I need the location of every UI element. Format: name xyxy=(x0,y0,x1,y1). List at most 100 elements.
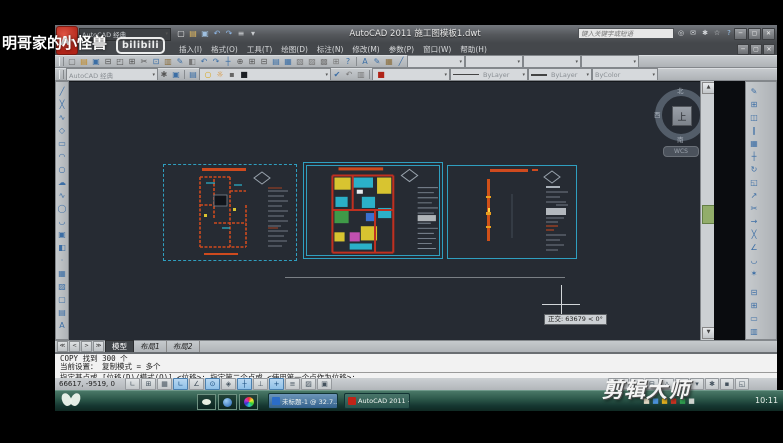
viewcube-north-label[interactable]: 北 xyxy=(677,85,684,95)
qnew-icon[interactable]: ▢ xyxy=(175,29,187,40)
ducs-icon[interactable]: ⊥ xyxy=(253,378,268,390)
plot-preview-icon[interactable]: ◰ xyxy=(114,56,126,67)
line-icon[interactable]: ╱ xyxy=(56,85,68,98)
restore-icon[interactable]: ▢ xyxy=(748,28,761,40)
drawing-frame-2-floorplan[interactable] xyxy=(303,162,443,259)
arc-icon[interactable]: ◠ xyxy=(56,150,68,163)
extend-icon[interactable]: → xyxy=(748,215,760,228)
layer-properties-manager-icon[interactable]: ▤ xyxy=(187,69,199,80)
save-workspace-icon[interactable]: ▣ xyxy=(170,69,182,80)
menu-item-3[interactable]: 绘图(D) xyxy=(281,44,308,55)
ellipse-icon[interactable]: ◯ xyxy=(56,202,68,215)
break-icon[interactable]: ╳ xyxy=(748,228,760,241)
menu-item-4[interactable]: 标注(N) xyxy=(317,44,343,55)
zoom-window-icon[interactable]: ⊞ xyxy=(246,56,258,67)
vertical-scrollbar[interactable]: ▲ ▼ xyxy=(700,81,715,340)
explode-icon[interactable]: ✶ xyxy=(748,267,760,280)
communication-center-icon[interactable]: ✱ xyxy=(699,28,711,39)
polar-icon[interactable]: ∠ xyxy=(189,378,204,390)
tab-prev-icon[interactable]: < xyxy=(69,341,80,352)
mleader-style-icon[interactable]: ╱ xyxy=(395,56,407,67)
tab-last-icon[interactable]: ≫ xyxy=(93,341,104,352)
toolbar-grip[interactable] xyxy=(59,70,64,79)
otrack-icon[interactable]: ┼ xyxy=(237,378,252,390)
layer-states-icon[interactable]: ▥ xyxy=(355,69,367,80)
draworder-back-icon[interactable]: ⊞ xyxy=(748,299,760,312)
drawing-frame-1-floorplan[interactable] xyxy=(163,164,297,261)
linetype-combo[interactable]: ByLayer ▾ xyxy=(450,68,528,81)
table-style-icon[interactable]: ▦ xyxy=(383,56,395,67)
designcenter-icon[interactable]: ▦ xyxy=(282,56,294,67)
favorites-star-icon[interactable]: ☆ xyxy=(711,28,723,39)
polyline-icon[interactable]: ∿ xyxy=(56,111,68,124)
search-binoculars-icon[interactable]: ◎ xyxy=(675,28,687,39)
doc-minimize-icon[interactable]: ─ xyxy=(737,44,749,55)
toolbar-lock-icon[interactable]: ▪ xyxy=(720,378,734,390)
draworder-under-icon[interactable]: ▥ xyxy=(748,325,760,338)
tab-layout2[interactable]: 布局2 xyxy=(167,341,200,352)
new-icon[interactable]: ▢ xyxy=(66,56,78,67)
grid-icon[interactable]: ▦ xyxy=(157,378,172,390)
open-icon[interactable]: ▤ xyxy=(187,29,199,40)
tab-next-icon[interactable]: > xyxy=(81,341,92,352)
pan-icon[interactable]: ┼ xyxy=(222,56,234,67)
subscription-center-icon[interactable]: ✉ xyxy=(687,28,699,39)
rectangle-icon[interactable]: ▭ xyxy=(56,137,68,150)
construction-line-icon[interactable]: ╳ xyxy=(56,98,68,111)
qat-dropdown-icon[interactable]: ▾ xyxy=(247,29,259,40)
toolbar-grip[interactable] xyxy=(59,57,64,66)
polygon-icon[interactable]: ◇ xyxy=(56,124,68,137)
viewcube-top-face[interactable]: 上 xyxy=(672,106,692,126)
viewcube-west-label[interactable]: 西 xyxy=(654,109,661,119)
insert-block-icon[interactable]: ▣ xyxy=(56,228,68,241)
plot-icon[interactable]: ⊟ xyxy=(102,56,114,67)
circle-icon[interactable]: ○ xyxy=(56,163,68,176)
spline-icon[interactable]: ∿ xyxy=(56,189,68,202)
trim-icon[interactable]: ✂ xyxy=(748,202,760,215)
table-style-combo[interactable]: ▾ xyxy=(523,55,581,68)
copy-icon[interactable]: ⊞ xyxy=(748,98,760,111)
menu-item-0[interactable]: 插入(I) xyxy=(179,44,202,55)
text-style-combo[interactable]: ▾ xyxy=(407,55,465,68)
save-icon[interactable]: ▣ xyxy=(199,29,211,40)
ellipse-arc-icon[interactable]: ◡ xyxy=(56,215,68,228)
draworder-above-icon[interactable]: ▭ xyxy=(748,312,760,325)
stretch-icon[interactable]: ↗ xyxy=(748,189,760,202)
redo-icon[interactable]: ↷ xyxy=(223,29,235,40)
array-icon[interactable]: ▦ xyxy=(748,137,760,150)
menu-item-2[interactable]: 工具(T) xyxy=(247,44,272,55)
quick-properties-icon[interactable]: ▣ xyxy=(317,378,332,390)
multiline-text-icon[interactable]: A xyxy=(56,319,68,332)
offset-icon[interactable]: ∥ xyxy=(748,124,760,137)
publish-icon[interactable]: ⊞ xyxy=(126,56,138,67)
quick-launch-2-icon[interactable] xyxy=(218,394,237,410)
match-properties-icon[interactable]: ✎ xyxy=(174,56,186,67)
drawing-frame-3-sheet[interactable] xyxy=(447,165,577,259)
ortho-icon[interactable]: ∟ xyxy=(173,378,188,390)
zoom-previous-icon[interactable]: ⊟ xyxy=(258,56,270,67)
chamfer-icon[interactable]: ∠ xyxy=(748,241,760,254)
sheet-set-manager-icon[interactable]: ▨ xyxy=(306,56,318,67)
fillet-icon[interactable]: ◡ xyxy=(748,254,760,267)
clean-screen-icon[interactable]: ◱ xyxy=(735,378,749,390)
task-button-autocad[interactable]: AutoCAD 2011 - [... xyxy=(344,393,410,409)
make-block-icon[interactable]: ◧ xyxy=(56,241,68,254)
lineweight-combo[interactable]: ByLayer ▾ xyxy=(528,68,592,81)
erase-icon[interactable]: ✎ xyxy=(748,85,760,98)
workspace-settings-gear-icon[interactable]: ✱ xyxy=(158,69,170,80)
region-icon[interactable]: ▢ xyxy=(56,293,68,306)
lineweight-display-icon[interactable]: ≡ xyxy=(285,378,300,390)
doc-restore-icon[interactable]: ▢ xyxy=(750,44,762,55)
layer-combo[interactable]: ○ ☼ ▪ ■ ▾ xyxy=(199,68,331,81)
menu-item-8[interactable]: 帮助(H) xyxy=(460,44,487,55)
redo-icon[interactable]: ↷ xyxy=(210,56,222,67)
paste-icon[interactable]: ▥ xyxy=(162,56,174,67)
infocenter-search-input[interactable] xyxy=(578,28,674,39)
workspaces-combo[interactable]: AutoCAD 经典 ▾ xyxy=(66,68,158,81)
make-object-layer-current-icon[interactable]: ✔ xyxy=(331,69,343,80)
save-icon[interactable]: ▣ xyxy=(90,56,102,67)
transparency-icon[interactable]: ▨ xyxy=(301,378,316,390)
menu-item-1[interactable]: 格式(O) xyxy=(211,44,238,55)
snap-icon[interactable]: ⊞ xyxy=(141,378,156,390)
viewcube-south-label[interactable]: 南 xyxy=(677,134,684,144)
